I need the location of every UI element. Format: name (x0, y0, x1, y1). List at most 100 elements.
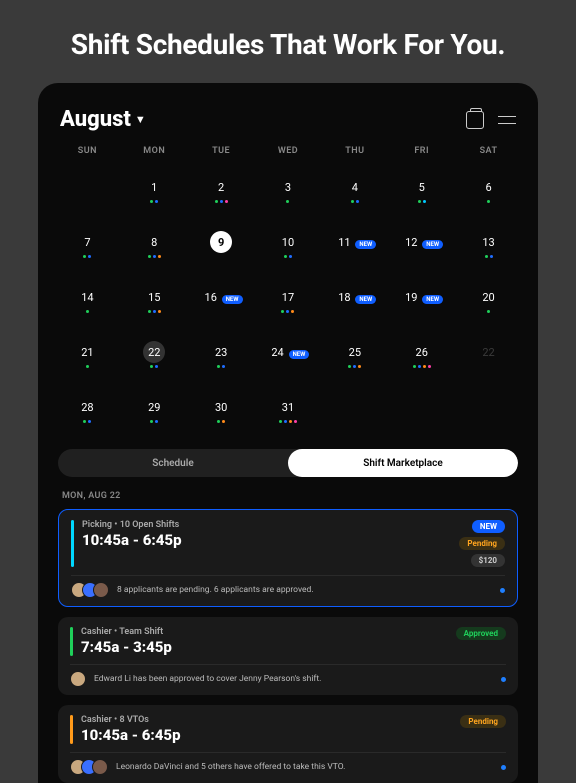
event-dot (485, 255, 488, 258)
day-number: 17 (277, 286, 299, 308)
shift-time: 10:45a - 6:45p (82, 531, 182, 549)
calendar-day[interactable]: 28 (54, 390, 121, 433)
event-dot (351, 200, 354, 203)
calendar-day[interactable]: 6 (455, 170, 522, 213)
calendar-week: 14 1516NEW 17 18NEW19NEW20 (54, 274, 522, 329)
event-dots (455, 310, 522, 313)
event-dot (88, 420, 91, 423)
event-dots (255, 420, 322, 423)
day-number (411, 396, 433, 418)
calendar-day[interactable]: 5 (388, 170, 455, 213)
shift-title: Cashier • Team Shift (81, 627, 172, 637)
calendar-day[interactable]: 17 (255, 280, 322, 323)
calendar-day[interactable]: 9 (188, 225, 255, 268)
calendar-day[interactable]: 2 (188, 170, 255, 213)
calendar-day[interactable]: 13 (455, 225, 522, 268)
calendar-day[interactable]: 18NEW (321, 280, 388, 323)
day-of-week-row: SUNMONTUEWEDTHUFRISAT (54, 142, 522, 164)
event-dots (54, 310, 121, 313)
page-headline: Shift Schedules That Work For You. (0, 0, 576, 83)
event-dot (225, 200, 228, 203)
shift-time: 10:45a - 6:45p (81, 726, 181, 744)
calendar-day[interactable] (54, 170, 121, 213)
calendar-day[interactable]: 7 (54, 225, 121, 268)
day-number: 22 (478, 341, 500, 363)
settings-icon[interactable] (498, 111, 516, 129)
calendar-day[interactable]: 30 (188, 390, 255, 433)
calendar-day[interactable]: 14 (54, 280, 121, 323)
calendar-day[interactable] (321, 390, 388, 433)
event-dot (158, 255, 161, 258)
calendar-day[interactable]: 25 (321, 335, 388, 378)
calendar-week: 7 8 91011NEW12NEW13 (54, 219, 522, 274)
event-dot (83, 255, 86, 258)
event-dot (222, 420, 225, 423)
day-number: 8 (143, 231, 165, 253)
calendar-day[interactable]: 23 (188, 335, 255, 378)
shift-card[interactable]: Cashier • 8 VTOs10:45a - 6:45pPendingLeo… (58, 705, 518, 783)
unread-dot (501, 765, 506, 770)
day-number: 30 (210, 396, 232, 418)
month-selector[interactable]: August ▼ (60, 107, 146, 132)
shift-color-bar (70, 627, 73, 656)
dow-label: TUE (188, 146, 255, 156)
calendar-day[interactable]: 1 (121, 170, 188, 213)
calendar-day[interactable]: 10 (255, 225, 322, 268)
event-dot (281, 310, 284, 313)
calendar-day[interactable]: 3 (255, 170, 322, 213)
event-dot (418, 200, 421, 203)
calendar-day[interactable]: 15 (121, 280, 188, 323)
event-dots (255, 310, 322, 313)
month-label: August (60, 107, 131, 132)
status-pill-pending: Pending (459, 537, 505, 550)
dow-label: WED (255, 146, 322, 156)
day-number: 7 (76, 231, 98, 253)
event-dot (423, 200, 426, 203)
calendar-day[interactable] (455, 390, 522, 433)
event-dot (413, 365, 416, 368)
calendar-day[interactable]: 22 (121, 335, 188, 378)
event-dot (217, 365, 220, 368)
calendar-day[interactable]: 16NEW (188, 280, 255, 323)
calendar-day[interactable]: 31 (255, 390, 322, 433)
unread-dot (500, 588, 505, 593)
calendar-day[interactable]: 21 (54, 335, 121, 378)
calendar-day[interactable]: 26 (388, 335, 455, 378)
avatar (70, 671, 86, 687)
shift-title: Cashier • 8 VTOs (81, 715, 181, 725)
shift-card[interactable]: Cashier • Team Shift7:45a - 3:45pApprove… (58, 617, 518, 695)
calendar-day[interactable]: 19NEW (388, 280, 455, 323)
calendar-icon[interactable] (466, 111, 484, 129)
calendar-day[interactable]: 11NEW (321, 225, 388, 268)
calendar-day[interactable]: 4 (321, 170, 388, 213)
calendar-day[interactable]: 20 (455, 280, 522, 323)
shift-card[interactable]: Picking • 10 Open Shifts10:45a - 6:45pNE… (58, 509, 518, 607)
event-dots (54, 255, 121, 258)
event-dot (286, 310, 289, 313)
calendar-day[interactable]: 29 (121, 390, 188, 433)
status-pill-new: NEW (472, 520, 505, 533)
event-dot (215, 200, 218, 203)
tab-schedule[interactable]: Schedule (58, 449, 288, 477)
day-number (478, 396, 500, 418)
day-number: 14 (76, 286, 98, 308)
event-dot (284, 420, 287, 423)
calendar-day[interactable]: 22 (455, 335, 522, 378)
avatar (92, 759, 108, 775)
event-dot (220, 200, 223, 203)
day-number: 21 (76, 341, 98, 363)
calendar-day[interactable]: 12NEW (388, 225, 455, 268)
event-dots (54, 365, 121, 368)
day-number: 28 (76, 396, 98, 418)
calendar-day[interactable] (388, 390, 455, 433)
chevron-down-icon: ▼ (135, 113, 146, 126)
event-dot (217, 420, 220, 423)
calendar-day[interactable]: 8 (121, 225, 188, 268)
event-dots (188, 420, 255, 423)
day-number: 22 (143, 341, 165, 363)
event-dot (348, 365, 351, 368)
tab-marketplace[interactable]: Shift Marketplace (288, 449, 518, 477)
calendar-day[interactable]: 24NEW (255, 335, 322, 378)
status-pill-approved: Approved (456, 627, 506, 640)
day-number: 12 (400, 231, 422, 253)
